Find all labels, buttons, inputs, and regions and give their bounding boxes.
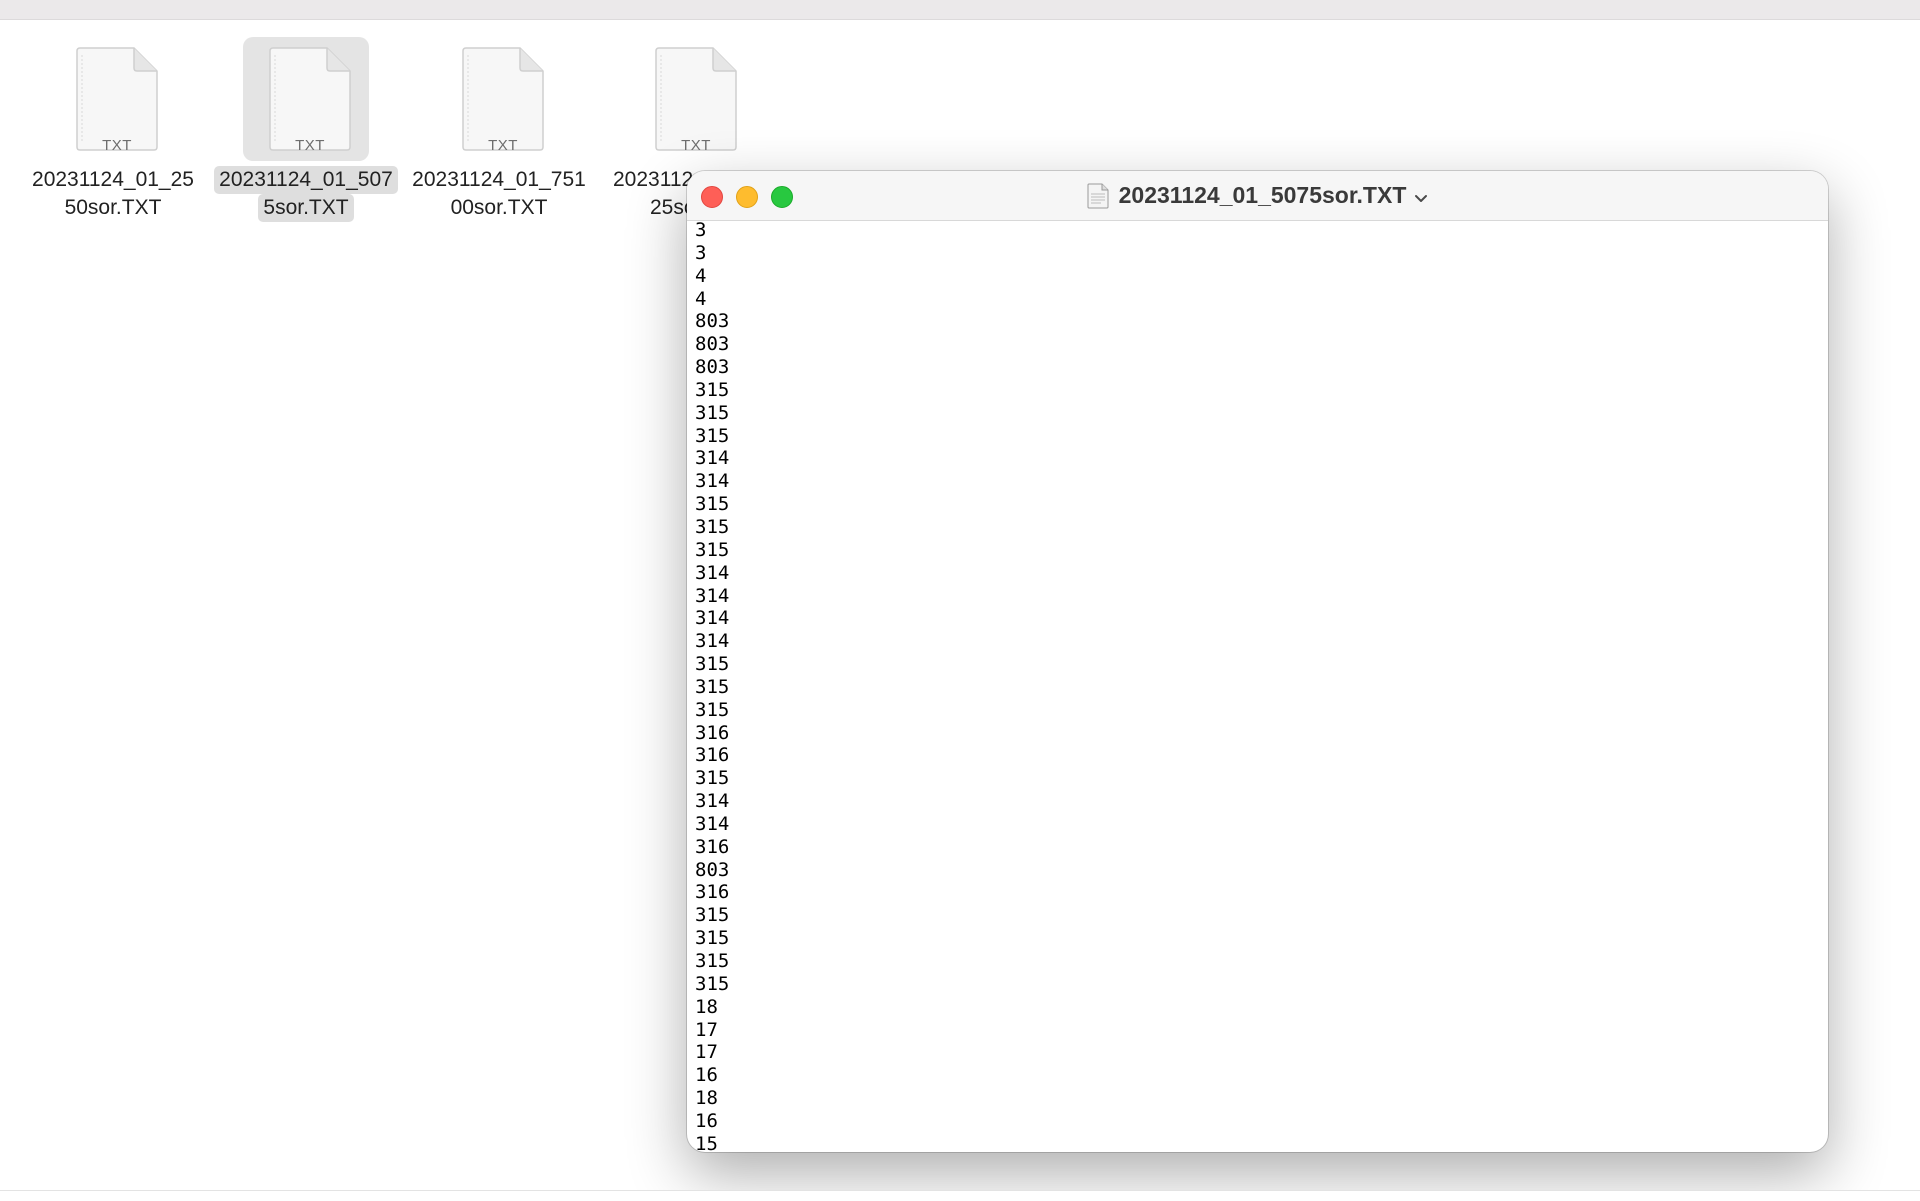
- text-line: 316: [695, 835, 730, 858]
- text-line: 17: [695, 1018, 718, 1041]
- finder-bottom-strip: [0, 1190, 1920, 1201]
- text-line: 315: [695, 538, 730, 561]
- text-line: 18: [695, 995, 718, 1018]
- file-name-line1: 20231124_01_25: [32, 168, 194, 191]
- file-name-line2: 5sor.TXT: [258, 194, 354, 222]
- text-line: 803: [695, 333, 730, 356]
- text-line: 315: [695, 904, 730, 927]
- text-line: 314: [695, 790, 730, 813]
- text-line: 314: [695, 812, 730, 835]
- file-name-line1: 20231124_01_507: [214, 166, 398, 194]
- window-title-area[interactable]: 20231124_01_5075sor.TXT: [687, 171, 1828, 220]
- text-line: 803: [695, 356, 730, 379]
- text-line: 315: [695, 972, 730, 995]
- text-line: 15: [695, 1132, 718, 1152]
- text-line: 314: [695, 447, 730, 470]
- text-line: 314: [695, 630, 730, 653]
- file-name-label[interactable]: 20231124_01_25 50sor.TXT: [17, 166, 209, 222]
- txt-document-icon: TXT: [269, 47, 351, 154]
- file-name-label[interactable]: 20231124_01_507 5sor.TXT: [210, 166, 402, 222]
- finder-toolbar-strip: [0, 0, 1920, 20]
- text-content-area[interactable]: 3 3 4 4 803 803 803 315 315 315 314 314 315 315 315 314…: [695, 219, 1820, 1152]
- text-line: 803: [695, 310, 730, 333]
- file-ext-label: TXT: [488, 137, 518, 154]
- file-icon-wrap-selected: TXT: [243, 37, 369, 161]
- file-name-line2: 00sor.TXT: [450, 196, 548, 219]
- txt-document-icon: TXT: [655, 47, 737, 154]
- file-ext-label: TXT: [681, 137, 711, 154]
- text-line: 316: [695, 744, 730, 767]
- text-line: 16: [695, 1064, 718, 1087]
- window-title: 20231124_01_5075sor.TXT: [1118, 182, 1407, 208]
- text-line: 315: [695, 401, 730, 424]
- file-name-line1: 20231124_01_751: [412, 168, 586, 191]
- text-line: 315: [695, 927, 730, 950]
- text-line: 314: [695, 607, 730, 630]
- text-line: 314: [695, 561, 730, 584]
- chevron-down-icon[interactable]: [1414, 191, 1428, 202]
- text-line: 316: [695, 881, 730, 904]
- text-line: 316: [695, 721, 730, 744]
- text-line: 4: [695, 264, 707, 287]
- text-line: 3: [695, 219, 707, 241]
- text-line: 315: [695, 950, 730, 972]
- file-item-5075sor[interactable]: TXT 20231124_01_507 5sor.TXT: [210, 36, 402, 236]
- txt-document-icon: TXT: [462, 47, 544, 154]
- text-line: 315: [695, 515, 730, 538]
- window-titlebar[interactable]: 20231124_01_5075sor.TXT: [687, 171, 1828, 221]
- file-icon-wrap: TXT: [50, 37, 176, 161]
- file-item-2550sor[interactable]: TXT 20231124_01_25 50sor.TXT: [17, 36, 209, 236]
- text-line: 4: [695, 287, 707, 310]
- file-name-line1: 2023112: [613, 168, 694, 191]
- text-line: 315: [695, 493, 730, 516]
- text-line: 315: [695, 698, 730, 721]
- txt-document-icon: TXT: [76, 47, 158, 154]
- text-line: 315: [695, 653, 730, 676]
- text-line: 314: [695, 584, 730, 607]
- text-line: 315: [695, 424, 730, 447]
- text-line: 315: [695, 767, 730, 790]
- text-line: 803: [695, 858, 730, 881]
- text-line: 17: [695, 1041, 718, 1064]
- file-icon-wrap: TXT: [436, 37, 562, 161]
- file-ext-label: TXT: [102, 137, 132, 154]
- document-icon: [1087, 183, 1109, 209]
- file-icon-wrap: TXT: [629, 37, 755, 161]
- file-item-75100sor[interactable]: TXT 20231124_01_751 00sor.TXT: [403, 36, 595, 236]
- text-line: 3: [695, 241, 707, 264]
- text-line: 315: [695, 378, 730, 401]
- text-line: 16: [695, 1109, 718, 1132]
- file-name-line2: 50sor.TXT: [64, 196, 162, 219]
- file-name-label[interactable]: 20231124_01_751 00sor.TXT: [403, 166, 595, 222]
- text-line: 18: [695, 1087, 718, 1110]
- text-line: 314: [695, 470, 730, 493]
- text-line: 315: [695, 675, 730, 698]
- file-ext-label: TXT: [295, 137, 325, 154]
- textedit-window[interactable]: 20231124_01_5075sor.TXT 3 3 4 4 803 803 803 315…: [687, 171, 1828, 1152]
